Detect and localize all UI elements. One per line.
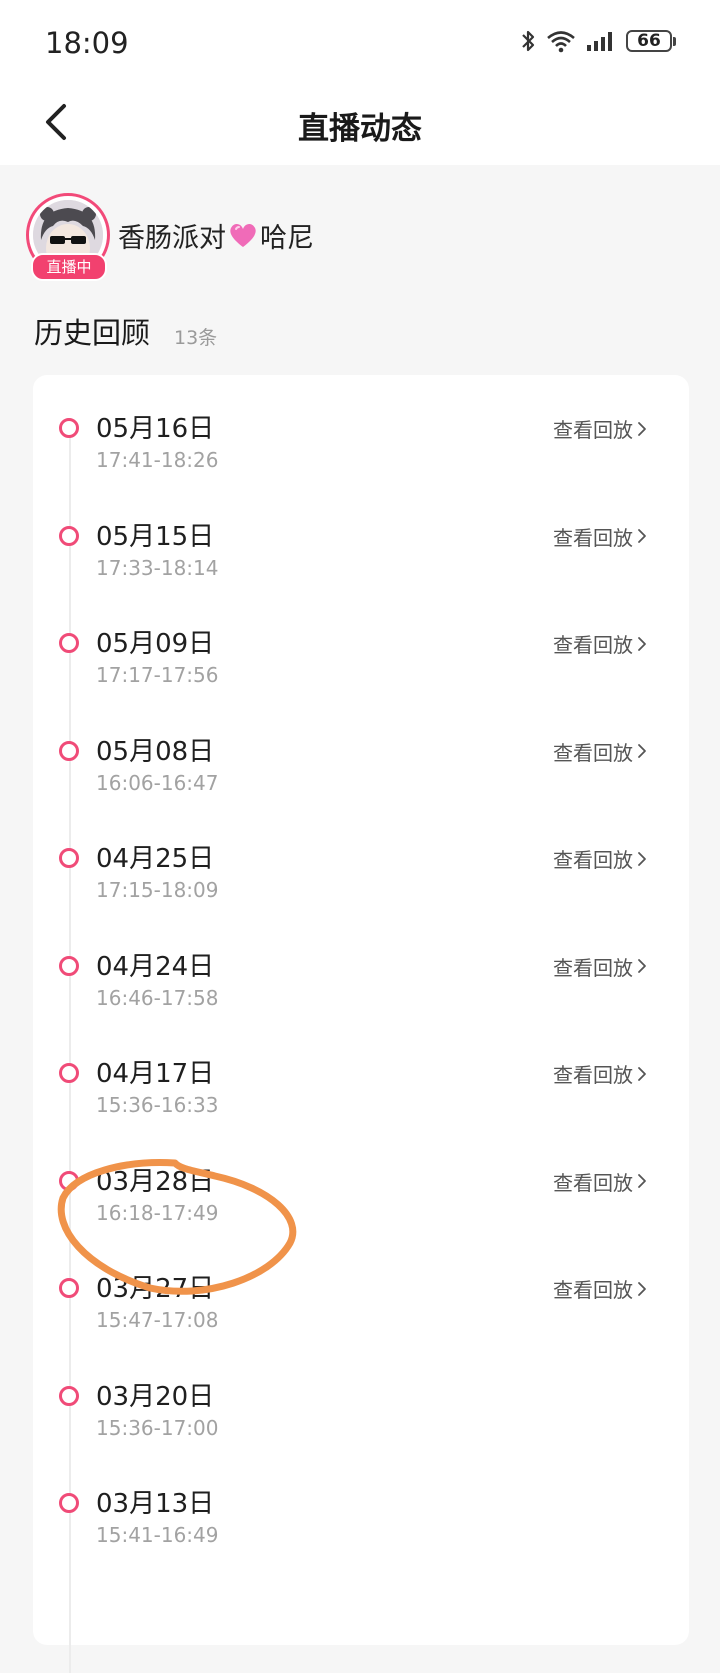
view-replay-button[interactable]: 查看回放 [553,952,647,981]
item-date: 03月20日 [96,1381,215,1412]
list-item: 03月27日 15:47-17:08 查看回放 [33,1244,689,1354]
view-replay-label: 查看回放 [553,418,633,442]
item-date: 05月08日 [96,736,215,767]
item-date: 04月17日 [96,1059,215,1089]
chevron-right-icon [637,743,647,759]
timeline-dot-icon [59,1385,79,1406]
history-card: 05月16日 17:41-18:26 查看回放 05月15日 17:33-18:14 查看… [33,375,689,1673]
item-date: 03月28日 [96,1166,215,1197]
item-date: 05月09日 [96,629,215,659]
top-bar: 18:09 66 直播动态 [0,0,720,165]
list-item: 04月24日 16:46-17:58 查看回放 [33,922,689,1032]
view-replay-button[interactable]: 查看回放 [553,414,647,443]
timeline-dot-icon [59,1278,79,1298]
list-item: 03月28日 16:18-17:49 查看回放 [33,1137,689,1247]
item-time-range: 15:41-16:49 [96,1523,219,1547]
item-time-range: 16:18-17:49 [96,1200,219,1225]
view-replay-label: 查看回放 [553,525,633,550]
view-replay-label: 查看回放 [553,1170,633,1195]
item-date: 05月15日 [96,521,215,552]
status-icons: 66 [520,28,676,54]
view-replay-button[interactable]: 查看回放 [553,737,647,766]
item-date: 03月27日 [96,1274,215,1304]
list-item: 04月25日 17:15-18:09 查看回放 [33,814,689,924]
battery-tip [673,36,676,46]
list-item: 05月16日 17:41-18:26 查看回放 [33,384,689,494]
view-replay-button[interactable]: 查看回放 [553,629,647,658]
item-time-range: 17:33-18:14 [96,555,219,580]
history-count: 13条 [174,327,218,349]
item-time-range: 17:15-18:09 [96,878,219,902]
view-replay-label: 查看回放 [553,955,633,980]
chevron-right-icon [637,528,647,544]
item-time-range: 15:36-16:33 [96,1093,219,1117]
host-name-part2: 哈尼 [260,222,314,254]
pink-heart-icon [228,221,258,249]
bluetooth-icon [520,28,536,54]
battery-icon: 66 [626,30,676,52]
list-item: 04月17日 15:36-16:33 查看回放 [33,1029,689,1139]
host-name-part1: 香肠派对 [118,222,226,254]
view-replay-button[interactable]: 查看回放 [553,522,647,551]
timeline-dot-icon [59,418,79,438]
list-item: 03月20日 15:36-17:00 [33,1352,689,1462]
item-time-range: 15:47-17:08 [96,1308,219,1332]
chevron-right-icon [637,1281,647,1297]
battery-level: 66 [626,30,672,52]
item-time-range: 16:46-17:58 [96,985,219,1010]
wifi-icon [546,29,576,53]
chevron-right-icon [637,1173,647,1189]
chevron-right-icon [637,636,647,652]
item-time-range: 17:41-18:26 [96,448,219,472]
timeline-dot-icon [59,740,79,761]
status-time: 18:09 [45,26,129,60]
view-replay-button[interactable]: 查看回放 [553,1274,647,1303]
item-time-range: 16:06-16:47 [96,770,219,795]
item-date: 04月25日 [96,844,215,874]
timeline-dot-icon [59,1063,79,1083]
timeline-dot-icon [59,1170,79,1191]
chevron-right-icon [637,851,647,867]
signal-icon [586,30,616,52]
item-date: 05月16日 [96,414,215,444]
view-replay-button[interactable]: 查看回放 [553,1167,647,1196]
timeline-dot-icon [59,848,79,868]
view-replay-label: 查看回放 [553,633,633,657]
list-item: 03月13日 15:41-16:49 [33,1459,689,1569]
item-time-range: 17:17-17:56 [96,663,219,687]
view-replay-label: 查看回放 [553,740,633,765]
live-badge: 直播中 [31,253,107,281]
item-date: 03月13日 [96,1489,215,1519]
list-item: 05月08日 16:06-16:47 查看回放 [33,707,689,817]
view-replay-label: 查看回放 [553,1063,633,1087]
chevron-right-icon [637,1066,647,1082]
timeline-dot-icon [59,633,79,653]
history-title: 历史回顾 [34,316,151,350]
chevron-right-icon [637,958,647,974]
host-info[interactable]: 直播中 香肠派对 哈尼 [26,192,314,281]
item-date: 04月24日 [96,951,215,982]
timeline-dot-icon [59,525,79,546]
view-replay-button[interactable]: 查看回放 [553,844,647,873]
view-replay-label: 查看回放 [553,1278,633,1302]
host-name: 香肠派对 哈尼 [118,216,314,255]
view-replay-label: 查看回放 [553,848,633,872]
list-item: 05月15日 17:33-18:14 查看回放 [33,492,689,602]
chevron-right-icon [637,421,647,437]
page-title: 直播动态 [298,111,422,147]
timeline-dot-icon [59,1493,79,1513]
view-replay-button[interactable]: 查看回放 [553,1059,647,1088]
timeline-dot-icon [59,955,79,976]
item-time-range: 15:36-17:00 [96,1415,219,1440]
host-avatar-wrap[interactable]: 直播中 [26,193,110,281]
list-item: 05月09日 17:17-17:56 查看回放 [33,599,689,709]
